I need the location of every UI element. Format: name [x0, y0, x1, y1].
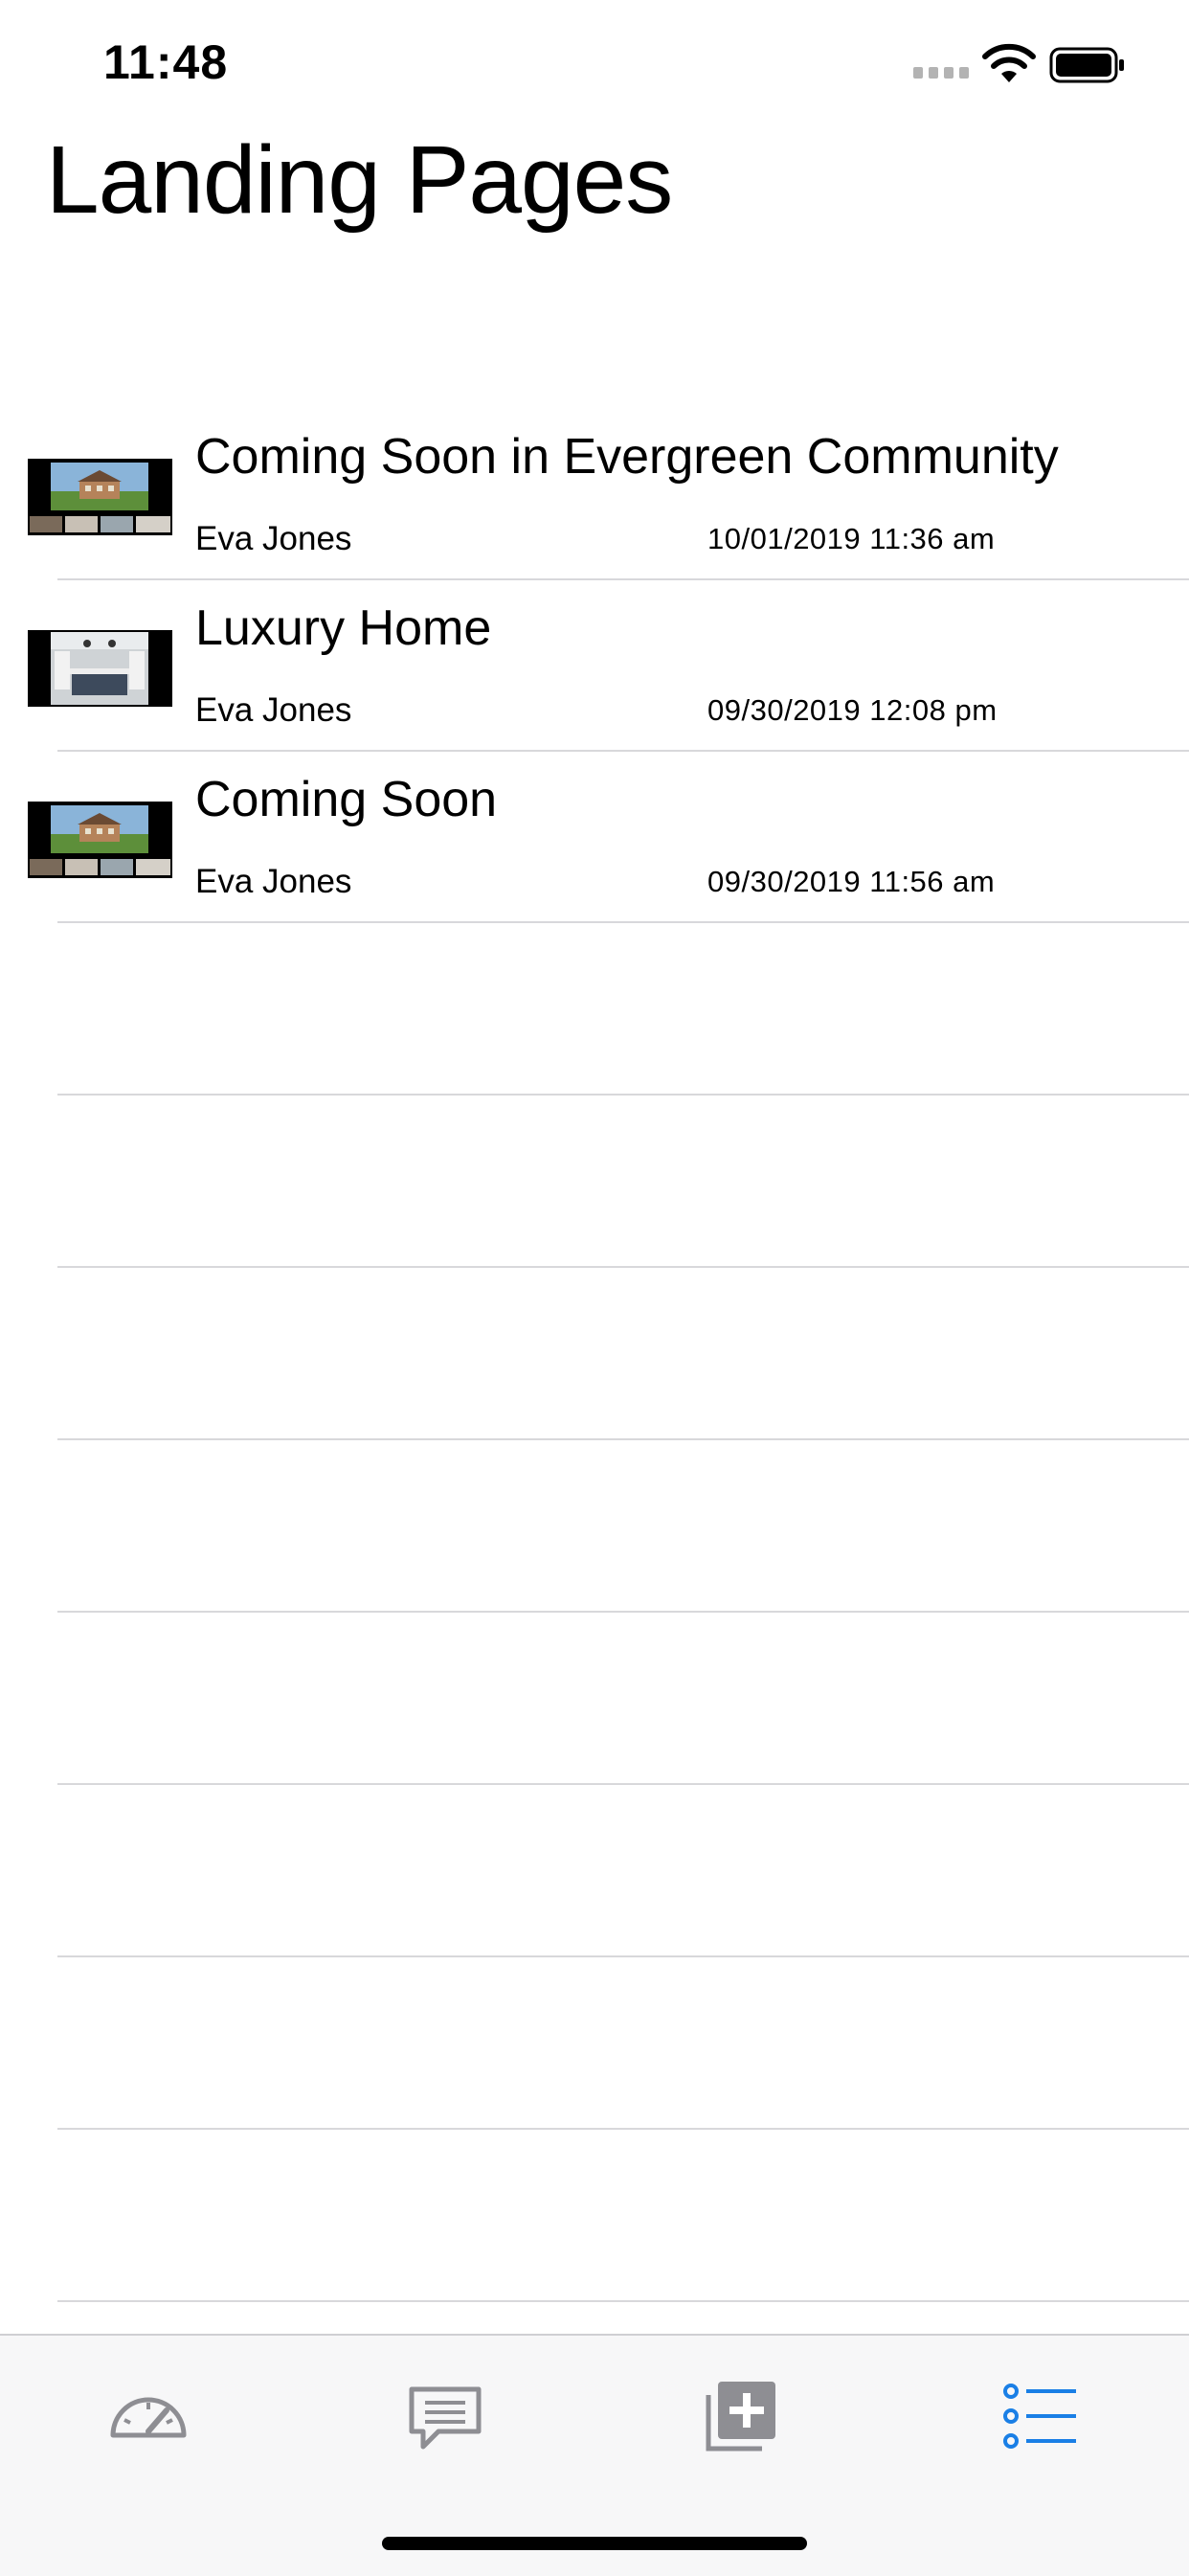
page-item-title: Coming Soon: [195, 772, 498, 827]
page-item-date: 09/30/2019 11:56 am: [707, 865, 996, 898]
list-icon: [1003, 2384, 1076, 2449]
page-item-title: Luxury Home: [195, 600, 492, 656]
wifi-icon: [982, 43, 1036, 82]
row-separator: [57, 2300, 1189, 2302]
empty-row: [0, 1957, 1189, 2130]
empty-row: [0, 2130, 1189, 2302]
message-bubble-icon: [409, 2386, 482, 2450]
speedometer-icon: [110, 2397, 187, 2438]
tab-bar: [0, 2334, 1189, 2576]
status-time: 11:48: [103, 35, 229, 89]
house-exterior-thumbnail: [28, 802, 172, 878]
cellular-signal-icon: [913, 67, 969, 79]
page-item-author: Eva Jones: [195, 520, 352, 557]
page-item-date: 09/30/2019 12:08 pm: [707, 693, 998, 727]
page-item-date: 10/01/2019 11:36 am: [707, 522, 996, 555]
page-item-author: Eva Jones: [195, 691, 352, 729]
tab-dashboard[interactable]: [105, 2374, 191, 2460]
battery-icon: [1049, 47, 1124, 83]
home-indicator[interactable]: [382, 2537, 807, 2550]
empty-row: [0, 923, 1189, 1096]
page-item-author: Eva Jones: [195, 863, 352, 900]
list-item[interactable]: Luxury Home Eva Jones 09/30/2019 12:08 p…: [0, 580, 1189, 752]
tab-landing-pages[interactable]: [996, 2374, 1082, 2460]
kitchen-interior-thumbnail: [28, 630, 172, 707]
empty-row: [0, 1268, 1189, 1440]
status-bar: 11:48: [0, 0, 1189, 134]
list-item[interactable]: Coming Soon in Evergreen Community Eva J…: [0, 409, 1189, 580]
house-exterior-thumbnail: [28, 459, 172, 535]
empty-row: [0, 1440, 1189, 1613]
page-title: Landing Pages: [46, 126, 673, 234]
page-item-title: Coming Soon in Evergreen Community: [195, 429, 1059, 485]
landing-pages-list[interactable]: Coming Soon in Evergreen Community Eva J…: [0, 409, 1189, 2302]
tab-messages[interactable]: [402, 2374, 488, 2460]
tab-add-page[interactable]: [699, 2374, 785, 2460]
empty-row: [0, 1613, 1189, 1785]
add-page-icon: [706, 2382, 775, 2452]
empty-row: [0, 1785, 1189, 1957]
empty-row: [0, 1096, 1189, 1268]
list-item[interactable]: Coming Soon Eva Jones 09/30/2019 11:56 a…: [0, 752, 1189, 923]
